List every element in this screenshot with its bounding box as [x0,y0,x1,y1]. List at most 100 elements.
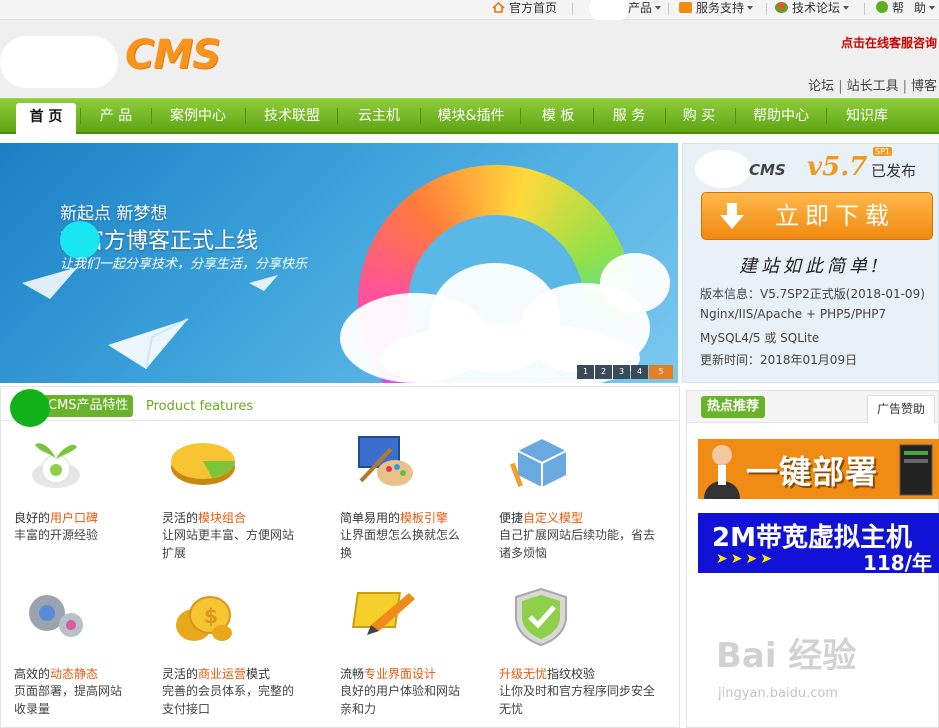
nav-cloud-host[interactable]: 云主机 [344,99,414,133]
hot-tag: 热点推荐 [701,396,766,418]
design-pencil-icon [351,592,415,635]
feature-desc: 页面部署，提高网站收录量 [14,684,123,716]
banner-pager: 12345 [577,365,674,381]
paper-plane-icon [108,318,189,370]
baidu-watermark: Bai 经验 [716,636,857,676]
feature-desc: 让界面想怎么换就怎么换 [340,528,461,560]
nav-divider [245,108,246,124]
nav-templates[interactable]: 模 板 [526,99,590,133]
hot-header: 热点推荐 广告赞助 [687,391,938,423]
pie-chart-icon [171,443,235,485]
product-version: v5.7 [807,152,868,182]
pager-5[interactable]: 5 [649,365,673,379]
download-slogan: 建站如此简单! [739,256,883,277]
home-icon [492,2,505,13]
divider [668,3,669,15]
nav-divider [826,108,827,124]
nav-divider [337,108,338,124]
nav-home[interactable]: 首 页 [16,103,76,135]
nav-services[interactable]: 服 务 [598,99,660,133]
feature-title: 灵活的商业运营模式 [162,667,271,681]
hot-recommend-panel: 热点推荐 广告赞助 一键部署 2M带宽虚拟主机 ➤➤➤➤ 118/年 [686,390,939,728]
feature-desc: 良好的用户体验和网站亲和力 [340,684,461,716]
download-button[interactable]: 立即下载 [701,192,933,240]
ad-one-click-deploy[interactable]: 一键部署 [698,439,939,499]
nav-divider [420,108,421,124]
pager-2[interactable]: 2 [595,365,612,379]
nav-divider [80,108,81,124]
feature-desc: 让网站更丰富、方便网站扩展 [162,528,295,560]
divider [864,3,865,15]
divider [766,3,767,15]
cube-model-icon [510,439,567,487]
coins-icon: $ [176,596,232,641]
pager-1[interactable]: 1 [577,365,594,379]
nav-help-center[interactable]: 帮助中心 [742,99,820,133]
gears-icon [29,595,83,637]
download-arrow-icon [720,203,744,229]
redaction-dot [10,389,50,427]
feature-title: 升级无忧指纹校验 [499,667,596,681]
products-menu[interactable]: 产品 [628,0,662,20]
nav-products[interactable]: 产 品 [86,99,146,133]
nav-tech-alliance[interactable]: 技术联盟 [252,99,332,133]
feature-desc: 自己扩展网站后续功能，省去诸多烦恼 [499,528,656,560]
folder-icon [679,2,692,13]
nav-modules-plugins[interactable]: 模块&插件 [426,99,516,133]
product-brand: CMS [749,161,786,179]
feature-title: 流畅专业界面设计 [340,667,437,681]
nav-buy[interactable]: 购 买 [670,99,728,133]
nav-cases[interactable]: 案例中心 [158,99,238,133]
divider [572,3,573,15]
online-service-link[interactable]: 点击在线客服咨询 [841,34,937,51]
chevron-down-icon [747,6,754,10]
database-requirements: MySQL4/5 或 SQLite [700,331,820,345]
feature-title: 便捷自定义模型 [499,511,584,525]
feature-desc: 丰富的开源经验 [14,528,99,542]
feature-desc: 完善的会员体系，完整的支付接口 [162,684,295,716]
published-label: 已发布 [871,162,917,180]
hero-banner[interactable]: 新起点 新梦想 梦官方博客正式上线 让我们一起分享技术，分享生活，分享快乐 12… [0,143,678,383]
server-requirements: Nginx/IIS/Apache + PHP5/PHP7 [700,307,887,321]
service-menu[interactable]: 服务支持 [679,0,754,20]
webmaster-tools-link[interactable]: 站长工具 [847,79,899,94]
nav-knowledge-base[interactable]: 知识库 [834,99,900,133]
pager-3[interactable]: 3 [613,365,630,379]
feature-title: 灵活的模块组合 [162,511,247,525]
ad-virtual-host[interactable]: 2M带宽虚拟主机 ➤➤➤➤ 118/年 [698,513,939,573]
sprout-icon [32,443,80,488]
chevron-down-icon [843,6,850,10]
feature-desc: 让你及时和官方程序同步安全无忧 [499,684,656,716]
help-menu[interactable]: 帮助 [876,0,936,20]
chevron-down-icon [655,6,662,10]
main-navigation: 首 页 产 品 案例中心 技术联盟 云主机 模块&插件 模 板 服 务 购 买 … [0,98,939,135]
official-home-link[interactable]: 官方首页 [492,0,557,20]
product-features-section: CMS产品特性 Product features 良好的用户口碑 丰富的开源经验… [0,386,680,728]
forum-menu[interactable]: 技术论坛 [775,0,850,20]
download-panel: CMS v5.7 SP1 已发布 立即下载 建站如此简单! 版本信息：V5.7S… [682,143,939,383]
blog-link[interactable]: 博客 [911,79,937,94]
forum-link[interactable]: 论坛 [808,79,834,94]
tab-sponsor[interactable]: 广告赞助 [867,395,935,423]
nav-divider [151,108,152,124]
sp-badge: SP1 [873,147,892,156]
feature-title: 良好的用户口碑 [14,511,99,525]
features-tag: CMS产品特性 [45,395,133,417]
features-header: CMS产品特性 Product features [1,387,679,427]
top-utility-bar: 官方首页 产品 服务支持 技术论坛 帮助 [0,0,939,24]
shield-check-icon [515,587,567,647]
svg-text:$: $ [204,604,218,628]
features-en-title: Product features [146,399,254,414]
watermark-url: jingyan.baidu.com [718,686,838,701]
header-links: 论坛 | 站长工具 | 博客 [808,79,937,94]
person-icon [704,445,740,499]
user-icon [775,2,788,13]
banner-subline: 让我们一起分享技术，分享生活，分享快乐 [60,257,308,272]
site-logo[interactable]: CMS [125,32,221,78]
arrows-icon: ➤➤➤➤ [716,551,775,567]
logo-redaction [0,36,118,88]
nav-divider [593,108,594,124]
nav-divider [665,108,666,124]
logo-redaction [695,150,751,188]
pager-4[interactable]: 4 [631,365,648,379]
